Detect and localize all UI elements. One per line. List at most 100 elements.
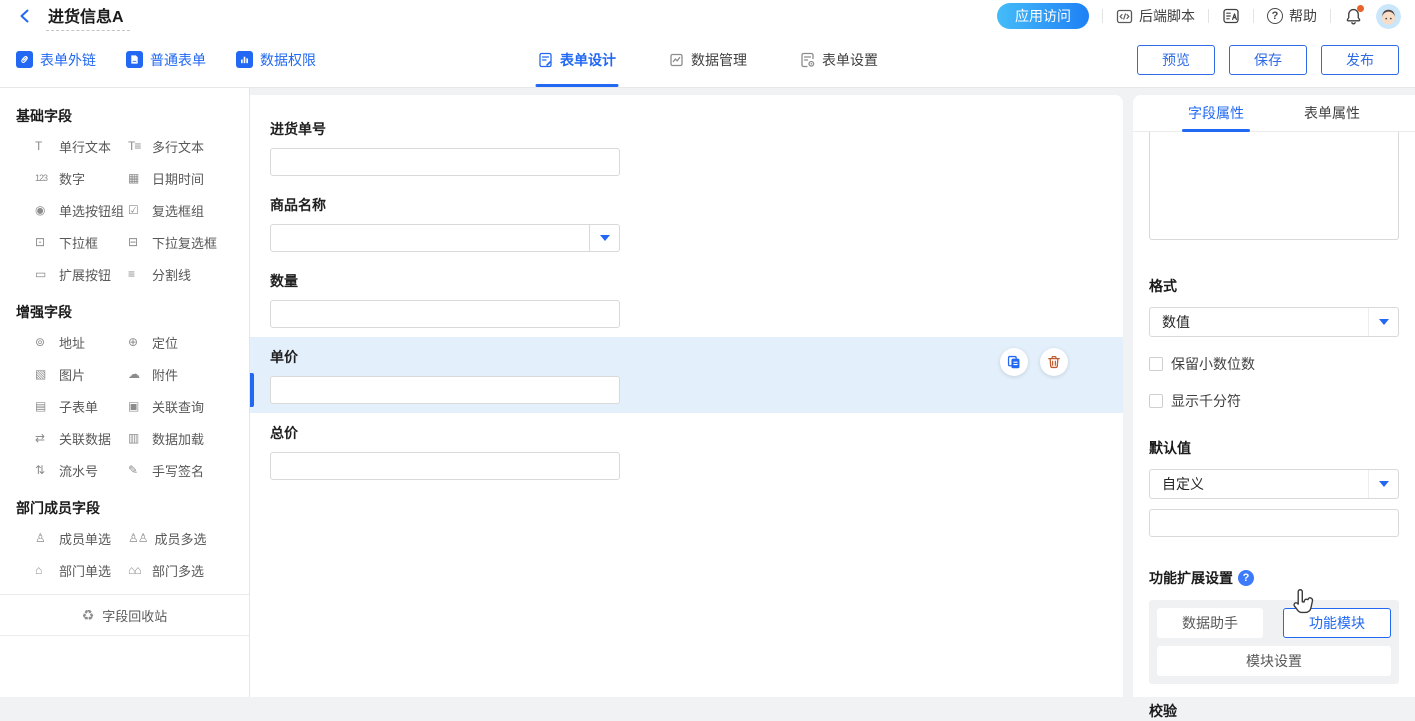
field-item-dropdown-multi[interactable]: ⊟下拉复选框: [128, 226, 249, 258]
field-item-data-load[interactable]: ▥数据加载: [128, 422, 249, 454]
center-tabs: 表单设计 数据管理 表单设置: [533, 32, 882, 87]
save-button[interactable]: 保存: [1229, 45, 1307, 75]
field-item-label: 数字: [59, 169, 85, 188]
field-item-linked-data[interactable]: ⇄关联数据: [35, 422, 128, 454]
field-item-label: 关联数据: [59, 429, 111, 448]
help-question-icon[interactable]: ?: [1238, 570, 1254, 586]
form-settings-icon: [799, 52, 815, 68]
external-link-button[interactable]: 表单外链: [16, 50, 96, 70]
select-caret-button[interactable]: [1368, 470, 1398, 498]
thousand-separator-option[interactable]: 显示千分符: [1149, 391, 1399, 411]
format-select[interactable]: 数值: [1149, 307, 1399, 337]
function-module-button[interactable]: 功能模块: [1283, 608, 1391, 638]
field-item-dept-single[interactable]: ⌂部门单选: [35, 554, 128, 586]
field-item-member-single[interactable]: ♙成员单选: [35, 522, 128, 554]
field-description-textarea[interactable]: [1149, 132, 1399, 240]
field-item-serial-number[interactable]: ⇅流水号: [35, 454, 128, 486]
data-helper-button[interactable]: 数据助手: [1157, 608, 1263, 638]
field-item-label: 定位: [152, 333, 178, 352]
publish-button[interactable]: 发布: [1321, 45, 1399, 75]
field-item-dept-multi[interactable]: ⌂⌂部门多选: [128, 554, 249, 586]
field-item-number[interactable]: 123数字: [35, 162, 128, 194]
field-item-member-multi[interactable]: ♙♙成员多选: [128, 522, 249, 554]
text-input[interactable]: [270, 300, 620, 328]
default-value-select[interactable]: 自定义: [1149, 469, 1399, 499]
module-settings-button[interactable]: 模块设置: [1157, 646, 1391, 676]
field-item-location[interactable]: ⊕定位: [128, 326, 249, 358]
field-item-attachment[interactable]: ☁附件: [128, 358, 249, 390]
help-button[interactable]: ? 帮助: [1267, 6, 1317, 26]
select-caret-button[interactable]: [589, 225, 619, 251]
field-item-subform[interactable]: ▤子表单: [35, 390, 128, 422]
language-button[interactable]: [1222, 7, 1240, 25]
form-design-icon: [537, 52, 553, 68]
form-field-quantity[interactable]: 数量: [250, 261, 1123, 337]
normal-form-icon: [126, 51, 143, 68]
field-item-linked-query[interactable]: ▣关联查询: [128, 390, 249, 422]
default-value-input[interactable]: [1149, 509, 1399, 537]
form-design-canvas: 进货单号 商品名称 数量 单价: [250, 95, 1123, 697]
image-icon: ▧: [35, 368, 52, 380]
data-permission-button[interactable]: 数据权限: [236, 50, 316, 70]
field-item-label: 部门多选: [152, 561, 204, 580]
form-title[interactable]: 进货信息A: [46, 2, 130, 31]
back-button[interactable]: [14, 5, 36, 27]
delete-field-button[interactable]: [1040, 348, 1068, 376]
backend-script-label: 后端脚本: [1139, 6, 1195, 26]
field-item-datetime[interactable]: ▦日期时间: [128, 162, 249, 194]
field-item-label: 成员多选: [155, 529, 207, 548]
tab-form-settings[interactable]: 表单设置: [795, 32, 882, 87]
field-recycle-bin[interactable]: ♻ 字段回收站: [0, 594, 249, 636]
form-field-product-name[interactable]: 商品名称: [250, 185, 1123, 261]
field-item-checkbox-group[interactable]: ☑复选框组: [128, 194, 249, 226]
form-field-purchase-order-no[interactable]: 进货单号: [250, 109, 1123, 185]
field-item-multi-line-text[interactable]: T≡多行文本: [128, 130, 249, 162]
select-caret-button[interactable]: [1368, 308, 1398, 336]
attachment-icon: ☁: [128, 368, 145, 380]
form-field-total-price[interactable]: 总价: [250, 413, 1123, 489]
preview-button[interactable]: 预览: [1137, 45, 1215, 75]
field-item-extend-button[interactable]: ▭扩展按钮: [35, 258, 128, 290]
field-item-divider-line[interactable]: ≡分割线: [128, 258, 249, 290]
normal-form-button[interactable]: 普通表单: [126, 50, 206, 70]
checkbox-unchecked[interactable]: [1149, 357, 1163, 371]
field-item-label: 下拉框: [59, 233, 98, 252]
field-item-image[interactable]: ▧ 图片: [35, 358, 128, 390]
field-item-dropdown[interactable]: ⊡下拉框: [35, 226, 128, 258]
notifications-button[interactable]: [1344, 7, 1363, 26]
linked-query-icon: ▣: [128, 400, 145, 412]
section-title-member-fields: 部门成员字段: [16, 498, 249, 518]
tab-form-properties[interactable]: 表单属性: [1302, 95, 1362, 131]
data-management-icon: [668, 52, 684, 68]
field-item-address[interactable]: ⊚地址: [35, 326, 128, 358]
app-access-button[interactable]: 应用访问: [997, 3, 1089, 29]
serial-number-icon: ⇅: [35, 464, 52, 476]
text-input[interactable]: [270, 452, 620, 480]
tab-data-management-label: 数据管理: [691, 50, 747, 70]
select-input[interactable]: [270, 224, 620, 252]
field-item-label: 子表单: [59, 397, 98, 416]
field-item-label: 日期时间: [152, 169, 204, 188]
tab-field-properties[interactable]: 字段属性: [1186, 95, 1246, 131]
text-input[interactable]: [270, 376, 620, 404]
section-title-enhanced-fields: 增强字段: [16, 302, 249, 322]
field-label: 进货单号: [270, 119, 1103, 139]
field-item-single-line-text[interactable]: T单行文本: [35, 130, 128, 162]
avatar[interactable]: [1376, 4, 1401, 29]
extend-button-icon: ▭: [35, 268, 52, 280]
form-field-unit-price-selected[interactable]: 单价: [250, 337, 1123, 413]
copy-field-button[interactable]: [1000, 348, 1028, 376]
tab-form-design-label: 表单设计: [560, 50, 616, 70]
field-item-radio-group[interactable]: ◉单选按钮组: [35, 194, 128, 226]
decimal-places-option[interactable]: 保留小数位数: [1149, 354, 1399, 374]
field-item-label: 图片: [59, 365, 85, 384]
field-item-signature[interactable]: ✎手写签名: [128, 454, 249, 486]
selection-accent-bar: [250, 373, 254, 407]
tab-data-management[interactable]: 数据管理: [664, 32, 751, 87]
trash-icon: [1046, 354, 1062, 370]
tab-form-design[interactable]: 表单设计: [533, 32, 620, 87]
member-single-icon: ♙: [35, 532, 52, 544]
backend-script-button[interactable]: 后端脚本: [1116, 6, 1195, 26]
checkbox-unchecked[interactable]: [1149, 394, 1163, 408]
text-input[interactable]: [270, 148, 620, 176]
